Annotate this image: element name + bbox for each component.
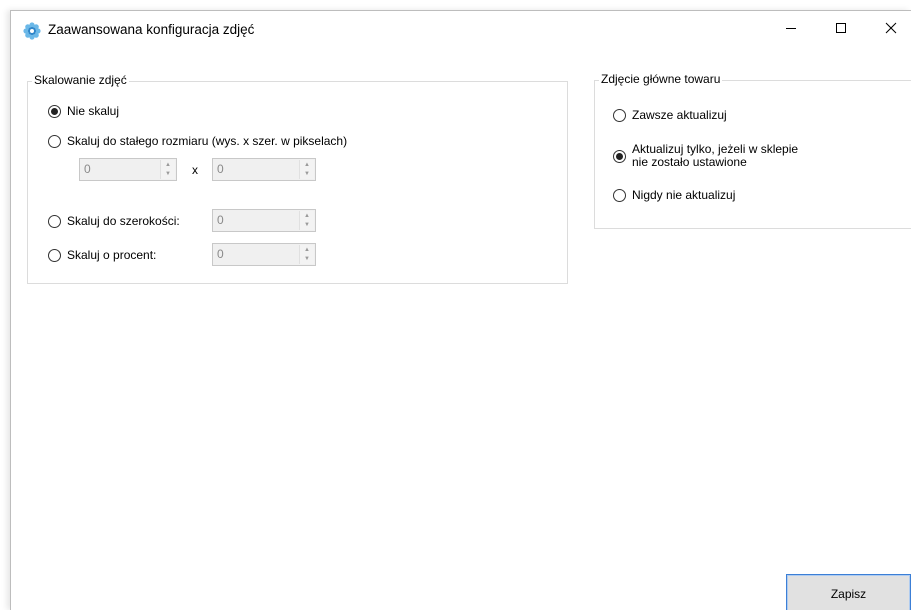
radio-indicator-checked[interactable] — [48, 104, 61, 118]
gear-flower-icon — [23, 22, 41, 40]
fixed-height-value: 0 — [84, 162, 91, 176]
stepper-arrows: ▲ ▼ — [299, 211, 314, 230]
main-photo-groupbox: Zdjęcie główne towaru Zawsze aktualizuj … — [594, 72, 911, 229]
window-title: Zaawansowana konfiguracja zdjęć — [48, 22, 255, 37]
radio-fixed-size[interactable]: Skaluj do stałego rozmiaru (wys. x szer.… — [48, 134, 347, 148]
fixed-width-stepper[interactable]: 0 ▲ ▼ — [212, 158, 316, 181]
title-bar[interactable]: Zaawansowana konfiguracja zdjęć — [11, 11, 911, 51]
percent-value: 0 — [217, 247, 224, 261]
label-line-1: Aktualizuj tylko, jeżeli w sklepie — [632, 142, 799, 156]
stepper-down-icon[interactable]: ▼ — [299, 254, 314, 264]
radio-indicator[interactable] — [48, 214, 61, 228]
stepper-arrows: ▲ ▼ — [299, 160, 314, 179]
stepper-down-icon[interactable]: ▼ — [160, 169, 175, 179]
radio-no-scaling-label: Nie skaluj — [67, 104, 120, 118]
radio-dot — [51, 107, 58, 115]
fixed-width-value: 0 — [217, 162, 224, 176]
maximize-icon — [835, 21, 847, 39]
page: Zaawansowana konfiguracja zdjęć Skalowan… — [0, 0, 911, 610]
scaling-legend: Skalowanie zdjęć — [32, 73, 129, 87]
stepper-arrows: ▲ ▼ — [160, 160, 175, 179]
main-photo-legend: Zdjęcie główne towaru — [599, 72, 723, 86]
label-line-2: nie zostało ustawione — [632, 155, 747, 169]
minimize-icon — [785, 21, 797, 39]
radio-update-if-not-set[interactable]: Aktualizuj tylko, jeżeli w sklepie nie z… — [613, 143, 798, 169]
width-value: 0 — [217, 213, 224, 227]
radio-scale-by-percent-label: Skaluj o procent: — [67, 248, 157, 262]
dialog-client-area: Skalowanie zdjęć Nie skaluj Skaluj do st… — [11, 51, 911, 610]
radio-scale-to-width[interactable]: Skaluj do szerokości: — [48, 214, 180, 228]
percent-stepper[interactable]: 0 ▲ ▼ — [212, 243, 316, 266]
radio-indicator[interactable] — [48, 134, 61, 148]
radio-always-update[interactable]: Zawsze aktualizuj — [613, 108, 727, 122]
stepper-arrows: ▲ ▼ — [299, 245, 314, 264]
times-sign: x — [192, 163, 198, 177]
save-button[interactable]: Zapisz — [786, 574, 911, 610]
stepper-up-icon[interactable]: ▲ — [160, 160, 175, 170]
stepper-up-icon[interactable]: ▲ — [299, 160, 314, 170]
radio-no-scaling[interactable]: Nie skaluj — [48, 104, 119, 118]
maximize-button[interactable] — [818, 11, 864, 49]
radio-never-update[interactable]: Nigdy nie aktualizuj — [613, 188, 735, 202]
radio-indicator[interactable] — [613, 108, 626, 122]
stepper-down-icon[interactable]: ▼ — [299, 220, 314, 230]
radio-scale-by-percent[interactable]: Skaluj o procent: — [48, 248, 156, 262]
radio-indicator[interactable] — [613, 188, 626, 202]
width-stepper[interactable]: 0 ▲ ▼ — [212, 209, 316, 232]
radio-scale-to-width-label: Skaluj do szerokości: — [67, 214, 180, 228]
fixed-height-stepper[interactable]: 0 ▲ ▼ — [79, 158, 177, 181]
close-button[interactable] — [868, 11, 911, 49]
scaling-groupbox: Skalowanie zdjęć Nie skaluj Skaluj do st… — [27, 73, 568, 284]
radio-indicator[interactable] — [48, 248, 61, 262]
stepper-up-icon[interactable]: ▲ — [299, 245, 314, 255]
close-icon — [885, 21, 897, 39]
stepper-up-icon[interactable]: ▲ — [299, 211, 314, 221]
radio-indicator-checked[interactable] — [613, 149, 626, 163]
dialog-window: Zaawansowana konfiguracja zdjęć Skalowan… — [10, 10, 911, 610]
radio-update-if-not-set-label: Aktualizuj tylko, jeżeli w sklepie nie z… — [632, 143, 798, 169]
radio-never-update-label: Nigdy nie aktualizuj — [632, 188, 736, 202]
radio-fixed-size-label: Skaluj do stałego rozmiaru (wys. x szer.… — [67, 134, 348, 148]
stepper-down-icon[interactable]: ▼ — [299, 169, 314, 179]
minimize-button[interactable] — [768, 11, 814, 49]
radio-dot — [616, 152, 623, 160]
radio-always-update-label: Zawsze aktualizuj — [632, 108, 727, 122]
